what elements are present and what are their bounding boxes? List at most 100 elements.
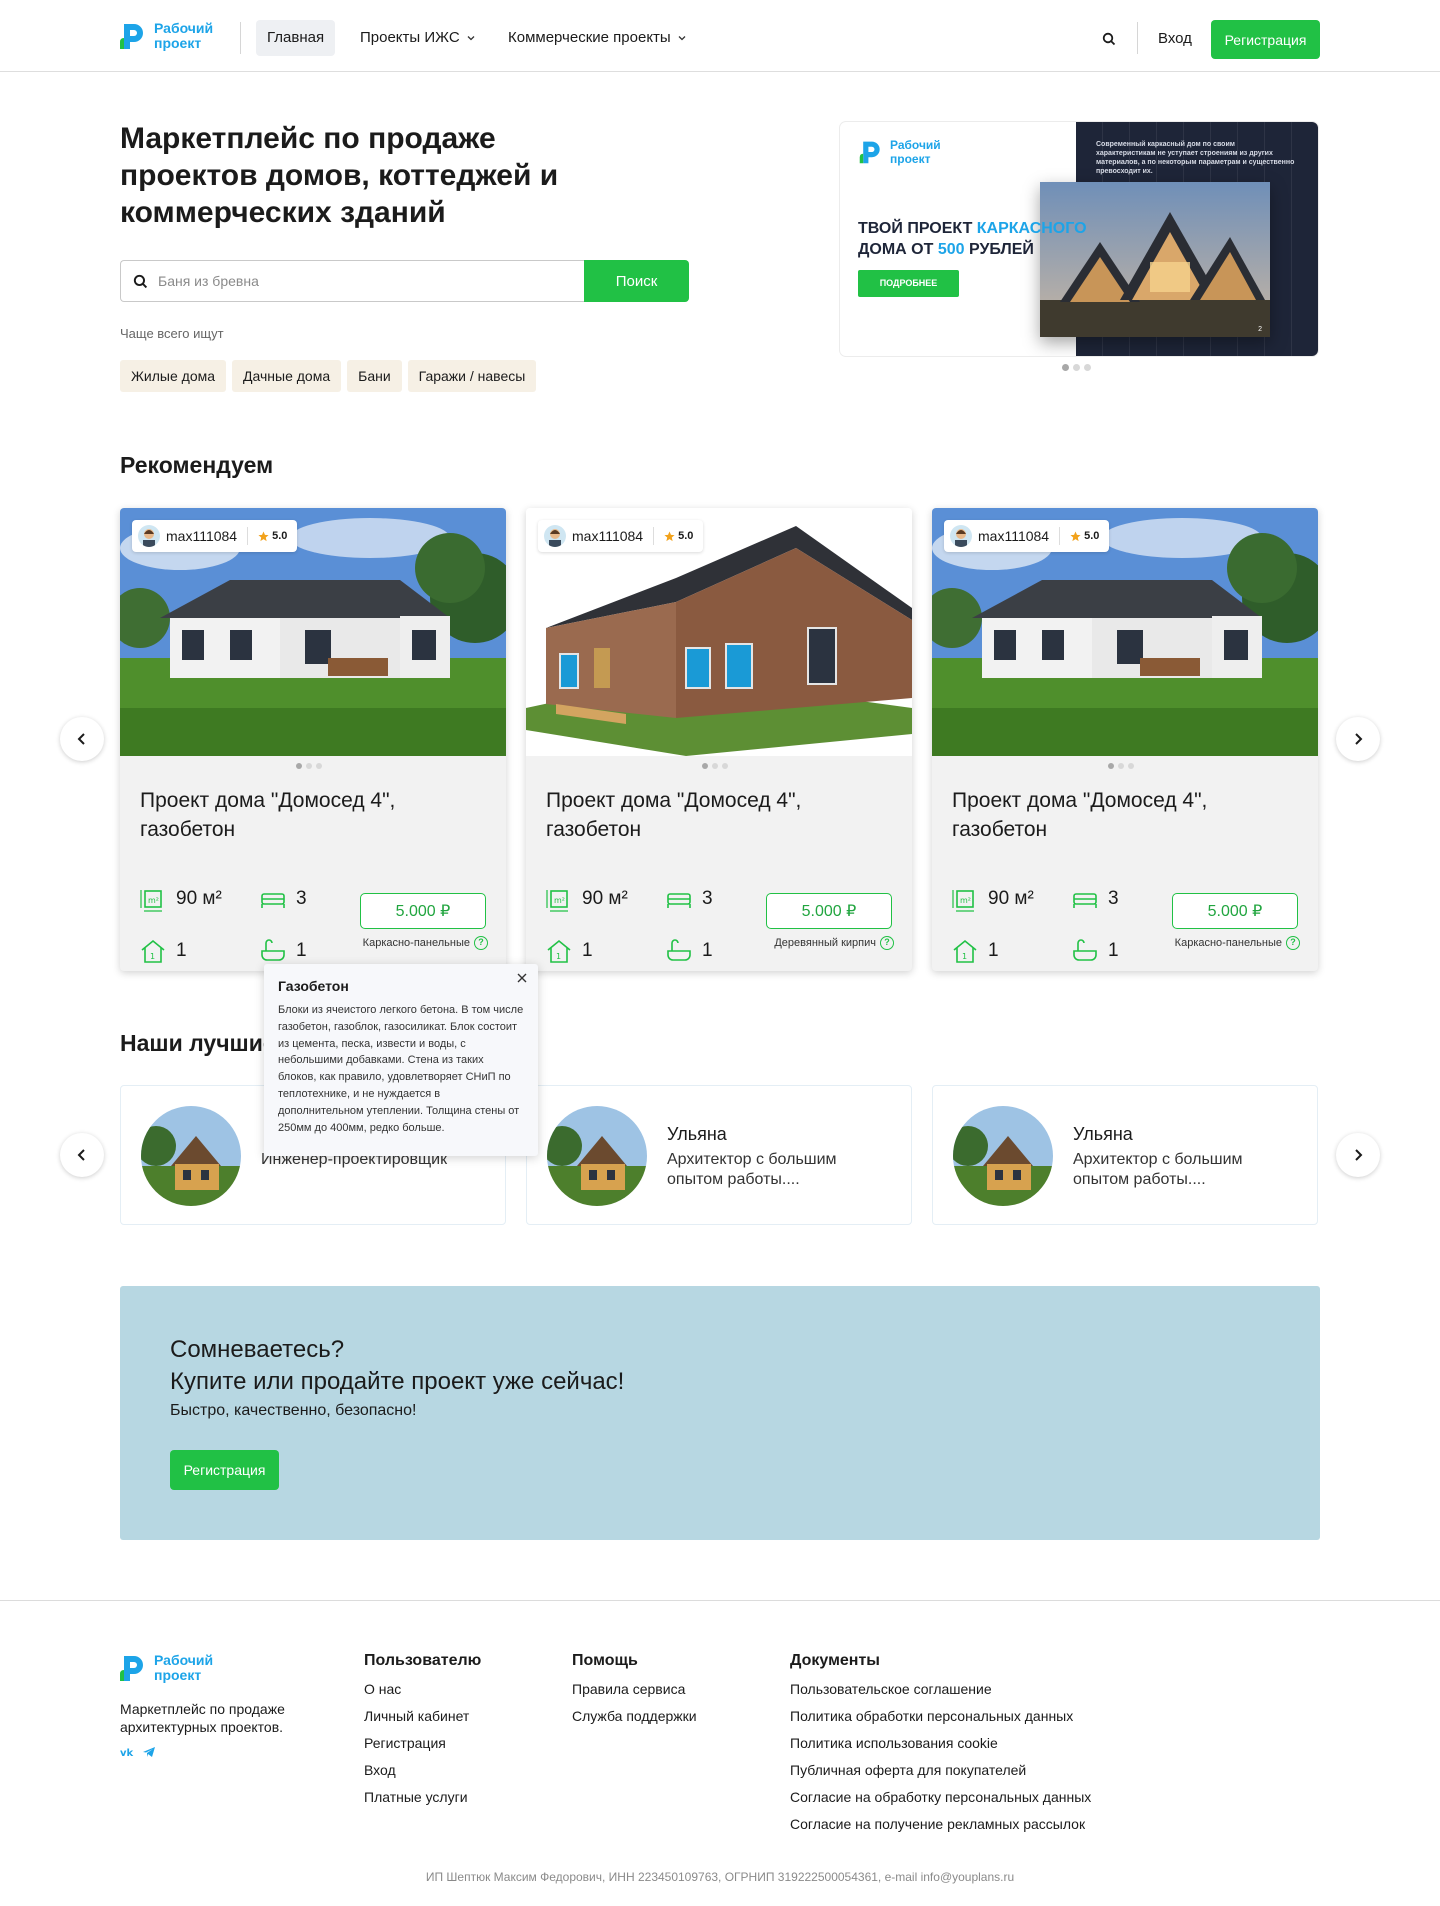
architects-prev-button[interactable] [60, 1133, 104, 1177]
help-icon[interactable]: ? [880, 936, 894, 950]
header-logo[interactable]: Рабочий проект [118, 20, 224, 52]
header-divider [1137, 22, 1138, 54]
register-button[interactable]: Регистрация [1211, 20, 1320, 59]
stat-bedrooms: 3 [1072, 886, 1119, 912]
chip-garages[interactable]: Гаражи / навесы [407, 360, 537, 392]
architects-title: Наши лучшие [120, 1030, 276, 1056]
site-header: Рабочий проект Главная Проекты ИЖС Коммер… [0, 0, 1440, 72]
footer-divider [0, 1600, 1440, 1601]
search-input[interactable] [158, 273, 578, 289]
carousel-next-button[interactable] [1336, 717, 1380, 761]
logo-icon [120, 1656, 143, 1681]
banner-title: ТВОЙ ПРОЕКТ КАРКАСНОГО ДОМА ОТ 500 РУБЛЕ… [858, 220, 1087, 258]
footer-link-rules[interactable]: Правила сервиса [572, 1676, 697, 1703]
stat-bedrooms: 3 [666, 886, 713, 912]
search-button[interactable]: Поиск [584, 260, 689, 302]
search-field[interactable] [120, 260, 600, 302]
price-button[interactable]: 5.000 ₽ [360, 893, 486, 929]
architect-role: Архитектор с большим опытом работы.... [667, 1151, 837, 1188]
nav-commercial-projects[interactable]: Коммерческие проекты [508, 20, 687, 56]
project-photo-white-house[interactable]: max111084 5.0 [120, 508, 506, 756]
nav-izhs-projects[interactable]: Проекты ИЖС [360, 20, 476, 56]
search-icon [133, 274, 148, 288]
logo-icon [120, 24, 143, 49]
footer-link-privacy-policy[interactable]: Политика обработки персональных данных [790, 1703, 1091, 1730]
architects-next-button[interactable] [1336, 1133, 1380, 1177]
architect-name: Ульяна [1073, 1124, 1133, 1144]
photo-pagination [296, 763, 322, 769]
project-photo-brick-house[interactable]: max111084 5.0 [526, 508, 912, 756]
architect-card[interactable]: Ульяна Архитектор с большим опытом работ… [526, 1085, 912, 1225]
footer-link-data-consent[interactable]: Согласие на обработку персональных данны… [790, 1784, 1091, 1811]
bed-icon [261, 893, 285, 908]
footer-link-login[interactable]: Вход [364, 1757, 481, 1784]
chevron-left-icon [77, 1149, 85, 1161]
svg-text:1: 1 [962, 952, 967, 961]
area-icon: m² [140, 890, 162, 912]
chevron-down-icon [467, 36, 475, 41]
svg-text:m²: m² [148, 896, 159, 905]
help-icon[interactable]: ? [1286, 936, 1300, 950]
footer-link-ads-consent[interactable]: Согласие на получение рекламных рассылок [790, 1811, 1091, 1838]
author-rating: 5.0 [1070, 530, 1099, 542]
promo-banner[interactable]: Рабочий проект Современный каркасный дом … [840, 122, 1318, 356]
vk-icon[interactable]: vk [120, 1746, 136, 1758]
price-button[interactable]: 5.000 ₽ [766, 893, 892, 929]
telegram-icon[interactable] [142, 1746, 156, 1758]
author-badge[interactable]: max111084 5.0 [944, 520, 1110, 552]
stat-bathrooms: 1 [260, 938, 307, 964]
cta-section: Сомневаетесь? Купите или продайте проект … [120, 1286, 1320, 1540]
footer-link-user-agreement[interactable]: Пользовательское соглашение [790, 1676, 1091, 1703]
author-name: max111084 [978, 528, 1050, 544]
login-link[interactable]: Вход [1158, 30, 1192, 47]
architect-card[interactable]: Ульяна Архитектор с большим опытом работ… [932, 1085, 1318, 1225]
material-label: Каркасно-панельные? [363, 936, 488, 950]
project-photo-white-house[interactable]: max111084 5.0 [932, 508, 1318, 756]
close-icon[interactable] [516, 972, 528, 984]
chip-residential[interactable]: Жилые дома [120, 360, 227, 392]
footer-link-about[interactable]: О нас [364, 1676, 481, 1703]
photo-pagination [702, 763, 728, 769]
search-icon[interactable] [1102, 32, 1116, 46]
area-icon: m² [952, 890, 974, 912]
bathtub-icon [1073, 939, 1097, 961]
svg-text:m²: m² [554, 896, 565, 905]
cta-register-button[interactable]: Регистрация [170, 1450, 279, 1490]
project-card[interactable]: max111084 5.0 Проект дома "Домосед 4", г… [932, 508, 1318, 971]
footer-col-title: Помощь [572, 1652, 638, 1669]
project-card[interactable]: max111084 5.0 Проект дома "Домосед 4", г… [120, 508, 506, 971]
help-icon[interactable]: ? [474, 936, 488, 950]
carousel-prev-button[interactable] [60, 717, 104, 761]
nav-home[interactable]: Главная [256, 20, 336, 56]
project-title[interactable]: Проект дома "Домосед 4", газобетон [140, 786, 490, 844]
footer-link-account[interactable]: Личный кабинет [364, 1703, 481, 1730]
chip-saunas[interactable]: Бани [347, 360, 402, 392]
footer-link-support[interactable]: Служба поддержки [572, 1703, 697, 1730]
footer-link-cookie-policy[interactable]: Политика использования cookie [790, 1730, 1091, 1757]
footer-link-register[interactable]: Регистрация [364, 1730, 481, 1757]
project-title[interactable]: Проект дома "Домосед 4", газобетон [952, 786, 1302, 844]
hero-title: Маркетплейс по продаже проектов домов, к… [120, 122, 559, 229]
pagination-dot[interactable] [1084, 364, 1091, 371]
stat-area: m² 90 м² [140, 886, 222, 912]
project-title[interactable]: Проект дома "Домосед 4", газобетон [546, 786, 896, 844]
popular-chips: Жилые дома Дачные дома Бани Гаражи / нав… [120, 360, 537, 392]
price-button[interactable]: 5.000 ₽ [1172, 893, 1298, 929]
footer-link-public-offer[interactable]: Публичная оферта для покупателей [790, 1757, 1091, 1784]
stat-bedrooms: 3 [260, 886, 307, 912]
author-badge[interactable]: max111084 5.0 [132, 520, 298, 552]
footer-link-paid-services[interactable]: Платные услуги [364, 1784, 481, 1811]
cta-title: Сомневаетесь? Купите или продайте проект … [170, 1336, 625, 1395]
author-badge[interactable]: max111084 5.0 [538, 520, 704, 552]
bed-icon [667, 893, 691, 908]
material-tooltip: Газобетон Блоки из ячеистого легкого бет… [264, 964, 538, 1156]
nav-commercial-label: Коммерческие проекты [508, 29, 671, 46]
pagination-dot[interactable] [1073, 364, 1080, 371]
footer-logo[interactable]: Рабочий проект [118, 1652, 224, 1684]
banner-more-button[interactable]: ПОДРОБНЕЕ [858, 270, 959, 297]
house-floors-icon: 1 [547, 939, 571, 963]
pagination-dot[interactable] [1062, 364, 1069, 371]
stat-bathrooms: 1 [1072, 938, 1119, 964]
chip-country[interactable]: Дачные дома [232, 360, 342, 392]
project-card[interactable]: max111084 5.0 Проект дома "Домосед 4", г… [526, 508, 912, 971]
